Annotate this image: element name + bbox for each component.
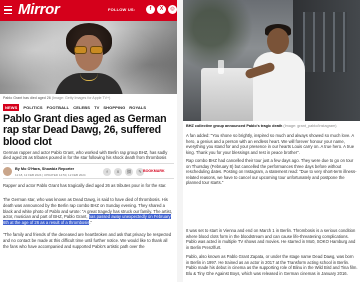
- instagram-article-panel: BHZ collective group announced Pablo's t…: [183, 0, 360, 282]
- facebook-icon[interactable]: f: [146, 5, 155, 14]
- tag-shopping[interactable]: SHOPPING: [103, 105, 125, 110]
- x-icon[interactable]: X: [157, 5, 166, 14]
- right-paragraph-3: It was set to start in Vienna and end on…: [186, 228, 356, 250]
- section-nav: NEWS POLITICS FOOTBALL CELEBS TV SHOPPIN…: [3, 103, 174, 111]
- right-paragraph-1: A fan added: "You shone so brightly, ins…: [186, 133, 355, 155]
- instagram-photo: [183, 0, 360, 121]
- x-share-icon[interactable]: X: [114, 168, 122, 176]
- bookmark-button[interactable]: BOOKMARK: [143, 169, 165, 173]
- facebook-share-icon[interactable]: f: [103, 168, 111, 176]
- menu-icon[interactable]: [4, 6, 12, 14]
- article-paragraph-3: "The family and friends of the deceased …: [3, 232, 172, 249]
- instagram-caption: BHZ collective group announced Pablo's t…: [186, 124, 358, 128]
- tag-news[interactable]: NEWS: [3, 103, 20, 111]
- page: Mirror FOLLOW US: f X ◎ Pablo Grant has …: [0, 0, 360, 282]
- author-name[interactable]: By Mo O'Hara, Showbiz Reporter: [15, 167, 74, 171]
- hero-caption: Pablo Grant has died aged 26 (Image: Get…: [3, 96, 110, 100]
- tag-politics[interactable]: POLITICS: [23, 105, 42, 110]
- instagram-caption-text: BHZ collective group announced Pablo's t…: [186, 124, 283, 128]
- tag-royals[interactable]: ROYALS: [129, 105, 146, 110]
- tag-tv[interactable]: TV: [94, 105, 99, 110]
- link-share-icon[interactable]: ⛓: [125, 168, 133, 176]
- paragraph-2-end: .": [89, 220, 93, 226]
- publish-dates: 11:18, 12 FEB 2024 | UPDATED 14:50, 12 F…: [15, 173, 86, 177]
- instagram-icon[interactable]: ◎: [168, 5, 177, 14]
- hero-credit: (Image: Getty Images for Apple TV+): [51, 96, 111, 100]
- article-headline: Pablo Grant dies aged as German rap star…: [3, 113, 167, 148]
- author-avatar[interactable]: [3, 167, 12, 176]
- top-bar: Mirror FOLLOW US: f X ◎: [0, 0, 177, 21]
- tag-football[interactable]: FOOTBALL: [47, 105, 70, 110]
- share-icons: f X ⛓ ✎: [103, 168, 144, 176]
- article-standfirst: German rapper and actor Pablo Grant, who…: [3, 150, 168, 160]
- site-logo[interactable]: Mirror: [15, 2, 63, 18]
- hero-image: [0, 21, 177, 94]
- mirror-article-panel: Mirror FOLLOW US: f X ◎ Pablo Grant has …: [0, 0, 177, 282]
- byline: By Mo O'Hara, Showbiz Reporter 11:18, 12…: [3, 163, 174, 179]
- right-paragraph-4: Pablo, also known as Pablo Grant Zapata,…: [186, 254, 358, 276]
- instagram-credit: (Image: grant_pablo/Instagram): [283, 124, 337, 128]
- article-paragraph-1: Rapper and actor Pablo Grant has tragica…: [3, 183, 167, 188]
- follow-us-label: FOLLOW US:: [108, 7, 136, 12]
- right-paragraph-2: Rap combo BHZ had cancelled their tour j…: [186, 158, 357, 185]
- article-paragraph-2: The German star, who was known as Dead D…: [3, 197, 174, 226]
- tag-celebs[interactable]: CELEBS: [73, 105, 90, 110]
- hero-caption-text: Pablo Grant has died aged 26: [3, 96, 51, 100]
